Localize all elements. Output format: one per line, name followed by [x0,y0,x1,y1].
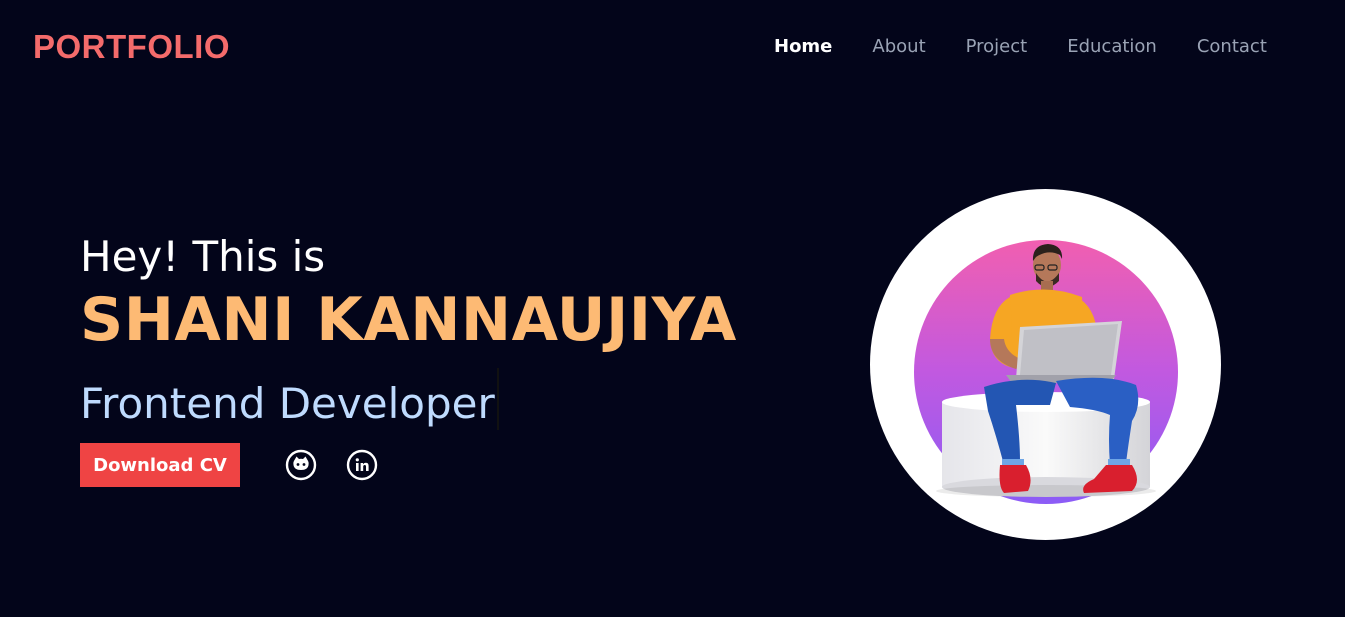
hero-name: SHANI KANNAUJIYA [80,285,737,355]
portfolio-page: PORTFOLIO Home About Project Education C… [0,0,1345,617]
github-icon[interactable] [285,449,317,481]
site-logo[interactable]: PORTFOLIO [33,28,230,66]
nav-education[interactable]: Education [1067,36,1157,57]
hero-role: Frontend Developer [80,379,495,428]
linkedin-icon[interactable] [346,449,378,481]
developer-illustration [914,240,1178,504]
download-cv-button[interactable]: Download CV [80,443,240,487]
avatar [870,189,1221,540]
nav-home[interactable]: Home [774,36,832,57]
nav-about[interactable]: About [872,36,925,57]
nav-project[interactable]: Project [966,36,1028,57]
nav-contact[interactable]: Contact [1197,36,1267,57]
main-nav: Home About Project Education Contact [774,36,1267,57]
typing-cursor [496,368,499,430]
hero-role-line: Frontend Developer [80,368,499,430]
hero-greeting: Hey! This is [80,232,326,281]
